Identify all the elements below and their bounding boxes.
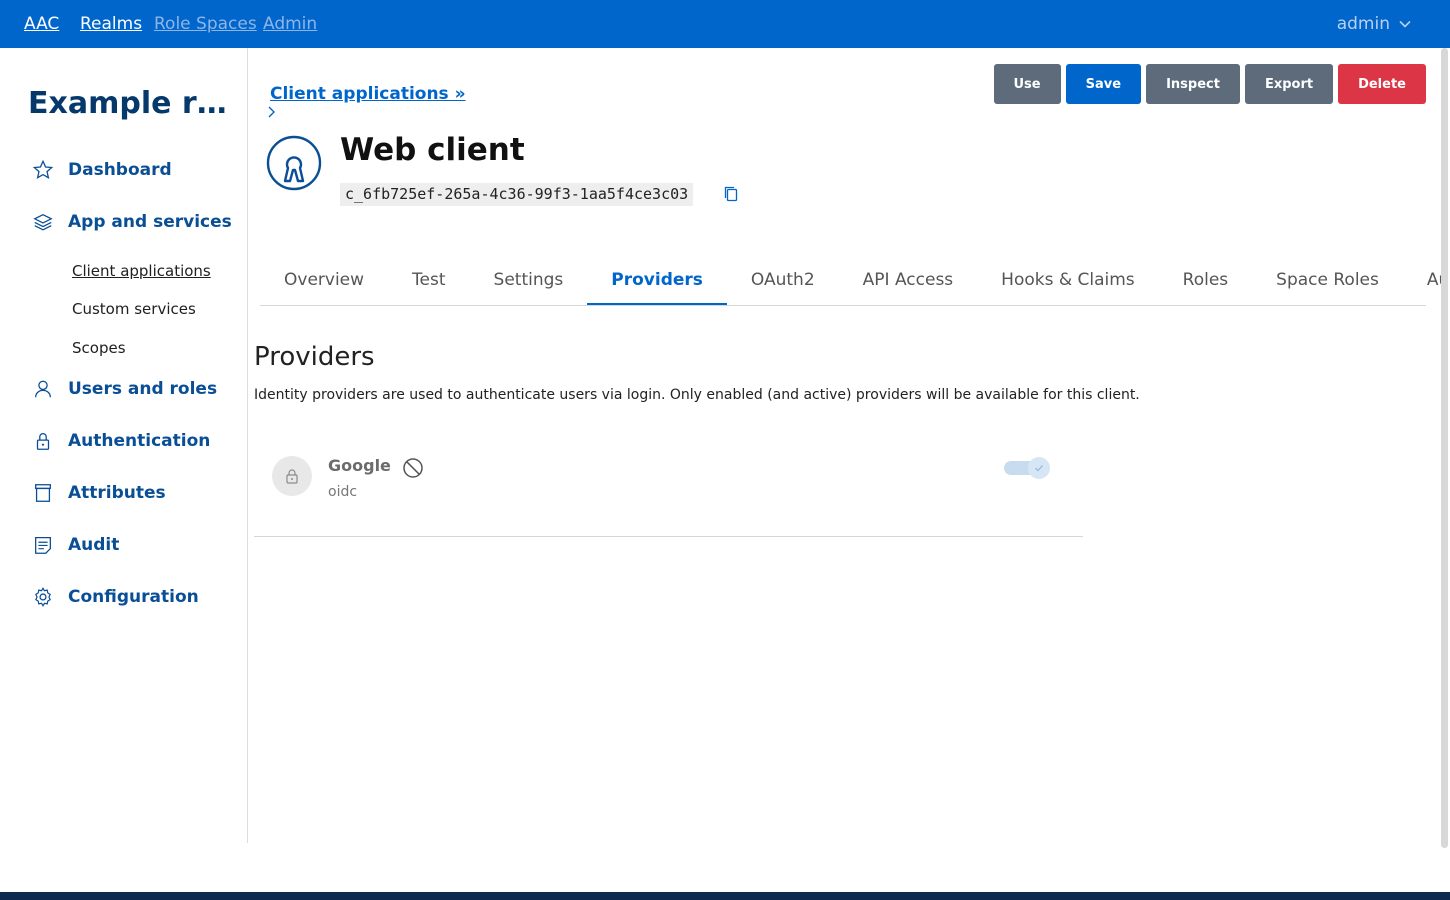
gear-icon (35, 587, 51, 607)
tab-providers[interactable]: Providers (587, 258, 727, 305)
sidebar-item-app-and-services[interactable]: App and services (32, 211, 232, 233)
tab-api-access[interactable]: API Access (839, 258, 978, 305)
breadcrumb-client-applications[interactable]: Client applications » (270, 84, 466, 104)
sidebar-item-label: Users and roles (68, 379, 218, 399)
lock-icon (286, 469, 298, 484)
star-icon (32, 159, 54, 179)
user-icon (35, 380, 51, 398)
sidebar-subitem-scopes[interactable]: Scopes (72, 339, 126, 357)
chevron-right-icon (266, 106, 276, 122)
notes-icon (35, 537, 51, 554)
sidebar-item-label: Attributes (68, 483, 166, 503)
save-button[interactable]: Save (1065, 64, 1142, 104)
tab-test[interactable]: Test (388, 258, 469, 305)
top-navbar: AAC Realms Role Spaces Admin admin (0, 0, 1450, 48)
section-title: Providers (254, 342, 375, 372)
sidebar-item-label: Configuration (68, 587, 199, 607)
tab-oauth2[interactable]: OAuth2 (727, 258, 839, 305)
tab-roles[interactable]: Roles (1159, 258, 1253, 305)
sidebar-item-dashboard[interactable]: Dashboard (32, 159, 172, 181)
archive-icon (35, 484, 51, 502)
section-description: Identity providers are used to authentic… (254, 387, 1140, 403)
copy-icon[interactable] (724, 186, 738, 202)
nav-link-realms[interactable]: Realms (80, 14, 142, 34)
action-toolbar: Use Save Inspect Export Delete (993, 64, 1426, 104)
layers-icon (33, 213, 53, 231)
sidebar-subitem-custom-services[interactable]: Custom services (72, 300, 196, 318)
chevron-down-icon (1399, 20, 1411, 28)
provider-enabled-toggle[interactable] (1002, 456, 1050, 480)
sidebar-item-attributes[interactable]: Attributes (32, 482, 166, 504)
sidebar-item-authentication[interactable]: Authentication (32, 430, 210, 452)
sidebar-item-audit[interactable]: Audit (32, 534, 119, 556)
provider-row: Google oidc (254, 440, 1083, 537)
footer-bar (0, 892, 1450, 900)
sidebar: Example realm Dashboard App and services… (0, 48, 248, 843)
realm-title: Example realm (28, 86, 240, 121)
user-menu[interactable]: admin (1337, 14, 1412, 34)
sidebar-item-label: Dashboard (68, 160, 172, 180)
inspect-button[interactable]: Inspect (1146, 64, 1240, 104)
sidebar-item-users-and-roles[interactable]: Users and roles (32, 378, 217, 400)
export-button[interactable]: Export (1244, 64, 1334, 104)
tab-space-roles[interactable]: Space Roles (1252, 258, 1403, 305)
toggle-knob (1028, 457, 1050, 479)
user-menu-label: admin (1336, 14, 1390, 34)
sidebar-item-label: Authentication (68, 431, 211, 451)
lock-icon (36, 433, 50, 450)
nav-link-admin[interactable]: Admin (263, 14, 317, 34)
sidebar-item-label: Audit (68, 535, 120, 555)
provider-type: oidc (328, 484, 358, 500)
tab-hooks-claims[interactable]: Hooks & Claims (977, 258, 1159, 305)
nav-link-role-spaces[interactable]: Role Spaces (154, 14, 257, 34)
brand-link[interactable]: AAC (24, 14, 59, 34)
tab-overview[interactable]: Overview (260, 258, 388, 305)
tab-bar: Overview Test Settings Providers OAuth2 … (260, 258, 1450, 306)
client-name: Web client (340, 132, 525, 168)
provider-name: Google (328, 456, 391, 475)
tab-settings[interactable]: Settings (470, 258, 588, 305)
openid-icon (266, 135, 322, 191)
sidebar-item-configuration[interactable]: Configuration (32, 586, 199, 608)
delete-button[interactable]: Delete (1338, 64, 1426, 104)
provider-avatar (272, 456, 312, 496)
use-button[interactable]: Use (993, 64, 1061, 104)
sidebar-subitem-client-applications[interactable]: Client applications (72, 262, 211, 280)
sidebar-item-label: App and services (68, 212, 232, 232)
client-id: c_6fb725ef-265a-4c36-99f3-1aa5f4ce3c03 (340, 183, 694, 206)
scrollbar[interactable] (1441, 48, 1448, 848)
ban-icon (403, 458, 423, 478)
check-icon (1034, 465, 1044, 472)
